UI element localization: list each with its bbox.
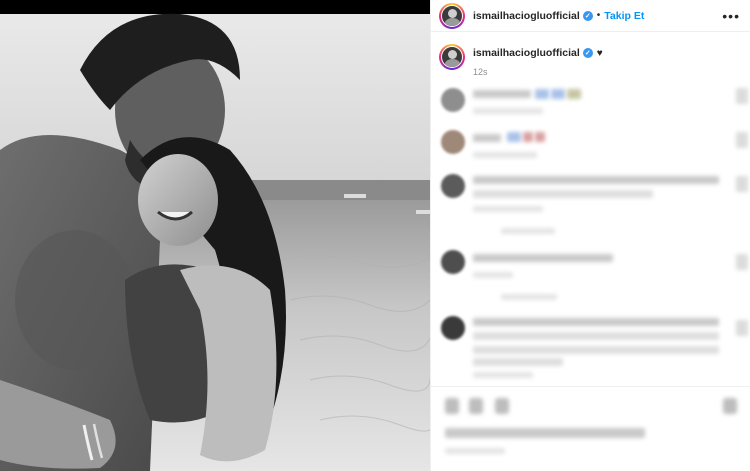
author-username[interactable]: ismailhacioglu​official (473, 10, 580, 22)
avatar-image (441, 4, 463, 27)
comment-like-icon[interactable] (736, 88, 748, 104)
comment-replies-blurred[interactable] (501, 228, 555, 234)
follow-button[interactable]: Takip Et (604, 10, 644, 22)
post-date-blurred (445, 448, 505, 454)
comment-replies-blurred[interactable] (501, 294, 557, 300)
caption-line: ismailhacioglu​official ✓ ♥ (473, 47, 603, 59)
comment-text-blurred (473, 332, 719, 340)
verified-badge-icon: ✓ (582, 48, 593, 58)
post-photo-image (0, 0, 430, 471)
caption-heart-icon: ♥ (596, 47, 603, 59)
comment-text-blurred (473, 318, 719, 326)
caption-username[interactable]: ismailhacioglu​official (473, 47, 580, 59)
post-side-panel: ismailhacioglu​official ✓ • Takip Et •••… (430, 0, 750, 471)
comment-like-icon[interactable] (736, 254, 748, 270)
caption-avatar[interactable] (439, 44, 465, 70)
caption: ismailhacioglu​official ✓ ♥ 12s (431, 32, 750, 77)
comment-avatar[interactable] (441, 88, 465, 112)
comment-meta-blurred (473, 152, 537, 158)
comment-text-blurred (473, 134, 501, 142)
author-avatar[interactable] (439, 2, 465, 29)
comment-text-blurred (473, 176, 719, 184)
comment-text-blurred (473, 190, 653, 198)
avatar-image (441, 46, 463, 68)
post-header: ismailhacioglu​official ✓ • Takip Et ••• (431, 0, 750, 32)
more-options-icon[interactable]: ••• (722, 8, 740, 24)
comment-meta-blurred (473, 272, 513, 278)
share-icon[interactable] (495, 398, 509, 414)
separator-dot: • (596, 10, 601, 21)
comment-meta-blurred (473, 372, 533, 378)
comment-emoji-blurred (523, 132, 533, 142)
caption-body: ismailhacioglu​official ✓ ♥ 12s (473, 47, 603, 77)
comment-emoji-blurred (535, 132, 545, 142)
like-icon[interactable] (445, 398, 459, 414)
comment-emoji-blurred (551, 89, 565, 99)
actions-divider (431, 386, 750, 387)
comment-emoji-blurred (535, 89, 549, 99)
comment-meta-blurred (473, 108, 543, 114)
comment-text-blurred (473, 358, 563, 366)
comment-meta-blurred (473, 206, 543, 212)
comment-emoji-blurred (567, 89, 581, 99)
comment-avatar[interactable] (441, 130, 465, 154)
comment-avatar[interactable] (441, 316, 465, 340)
comment-icon[interactable] (469, 398, 483, 414)
verified-badge-icon: ✓ (582, 10, 593, 21)
save-icon[interactable] (723, 398, 737, 414)
comment-like-icon[interactable] (736, 320, 748, 336)
comment-text-blurred (473, 346, 719, 354)
comment-like-icon[interactable] (736, 132, 748, 148)
comment-text-blurred (473, 90, 531, 98)
post-timestamp[interactable]: 12s (473, 67, 603, 77)
likes-count-blurred[interactable] (445, 428, 645, 438)
comment-like-icon[interactable] (736, 176, 748, 192)
comment-emoji-blurred (507, 132, 521, 142)
comment-avatar[interactable] (441, 174, 465, 198)
comment-avatar[interactable] (441, 250, 465, 274)
post-photo[interactable] (0, 0, 430, 471)
comment-text-blurred (473, 254, 613, 262)
